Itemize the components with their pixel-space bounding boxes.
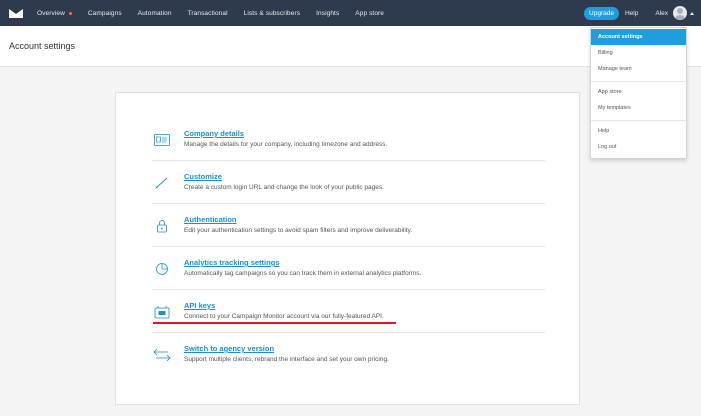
company-details-description: Manage the details for your company, inc… <box>184 141 388 148</box>
menu-separator <box>591 81 686 82</box>
logo-icon[interactable] <box>3 0 29 26</box>
id-card-icon <box>152 132 172 148</box>
api-key-icon <box>152 304 172 320</box>
analytics-tracking-link[interactable]: Analytics tracking settings <box>184 258 279 267</box>
settings-row-analytics-tracking[interactable]: Analytics tracking settings Automaticall… <box>152 254 545 297</box>
authentication-link[interactable]: Authentication <box>184 215 237 224</box>
notification-dot <box>68 11 72 15</box>
switch-arrows-icon <box>152 347 172 363</box>
nav-insights[interactable]: Insights <box>316 10 339 17</box>
account-dropdown-menu: Account settings Billing Manage team App… <box>590 27 687 159</box>
top-navigation: Overview Campaigns Automation Transactio… <box>0 0 701 26</box>
chevron-up-icon[interactable] <box>690 11 694 15</box>
divider <box>152 203 545 204</box>
nav-automation[interactable]: Automation <box>138 10 172 17</box>
menu-item-app-store[interactable]: App store <box>591 84 686 100</box>
settings-row-customize[interactable]: Customize Create a custom login URL and … <box>152 168 545 211</box>
nav-overview-label: Overview <box>37 9 65 17</box>
nav-right-group: Upgrade Help Alex <box>584 0 701 26</box>
settings-row-switch-agency[interactable]: Switch to agency version Support multipl… <box>152 340 545 383</box>
menu-item-billing[interactable]: Billing <box>591 45 686 61</box>
page-title: Account settings <box>9 41 76 51</box>
api-keys-description: Connect to your Campaign Monitor account… <box>184 313 384 320</box>
nav-transactional[interactable]: Transactional <box>188 10 228 17</box>
menu-item-log-out[interactable]: Log out <box>591 139 686 155</box>
authentication-description: Edit your authentication settings to avo… <box>184 227 413 234</box>
menu-separator <box>591 120 686 121</box>
nav-overview[interactable]: Overview <box>37 10 72 17</box>
menu-item-account-settings[interactable]: Account settings <box>591 29 686 45</box>
analytics-tracking-description: Automatically tag campaigns so you can t… <box>184 270 422 277</box>
company-details-link[interactable]: Company details <box>184 129 244 138</box>
switch-agency-description: Support multiple clients, rebrand the in… <box>184 356 389 363</box>
nav-campaigns[interactable]: Campaigns <box>88 10 122 17</box>
user-name[interactable]: Alex <box>655 10 668 17</box>
divider <box>152 332 545 333</box>
divider <box>152 160 545 161</box>
settings-row-company-details[interactable]: Company details Manage the details for y… <box>152 125 545 168</box>
divider <box>152 289 545 290</box>
settings-card: Company details Manage the details for y… <box>115 92 580 405</box>
customize-description: Create a custom login URL and change the… <box>184 184 384 191</box>
menu-item-manage-team[interactable]: Manage team <box>591 61 686 77</box>
divider <box>152 246 545 247</box>
switch-agency-link[interactable]: Switch to agency version <box>184 344 274 353</box>
customize-link[interactable]: Customize <box>184 172 222 181</box>
settings-row-authentication[interactable]: Authentication Edit your authentication … <box>152 211 545 254</box>
highlight-underline <box>153 322 396 324</box>
nav-app-store[interactable]: App store <box>355 10 384 17</box>
brush-icon <box>152 175 172 191</box>
nav-lists-subscribers[interactable]: Lists & subscribers <box>244 10 300 17</box>
upgrade-button[interactable]: Upgrade <box>584 6 619 20</box>
pie-chart-icon <box>152 261 172 277</box>
avatar[interactable] <box>673 6 687 20</box>
menu-item-help[interactable]: Help <box>591 123 686 139</box>
api-keys-link[interactable]: API keys <box>184 301 215 310</box>
settings-row-api-keys[interactable]: API keys Connect to your Campaign Monito… <box>152 297 545 340</box>
lock-icon <box>152 218 172 234</box>
menu-item-my-templates[interactable]: My templates <box>591 100 686 116</box>
help-link[interactable]: Help <box>625 10 638 17</box>
